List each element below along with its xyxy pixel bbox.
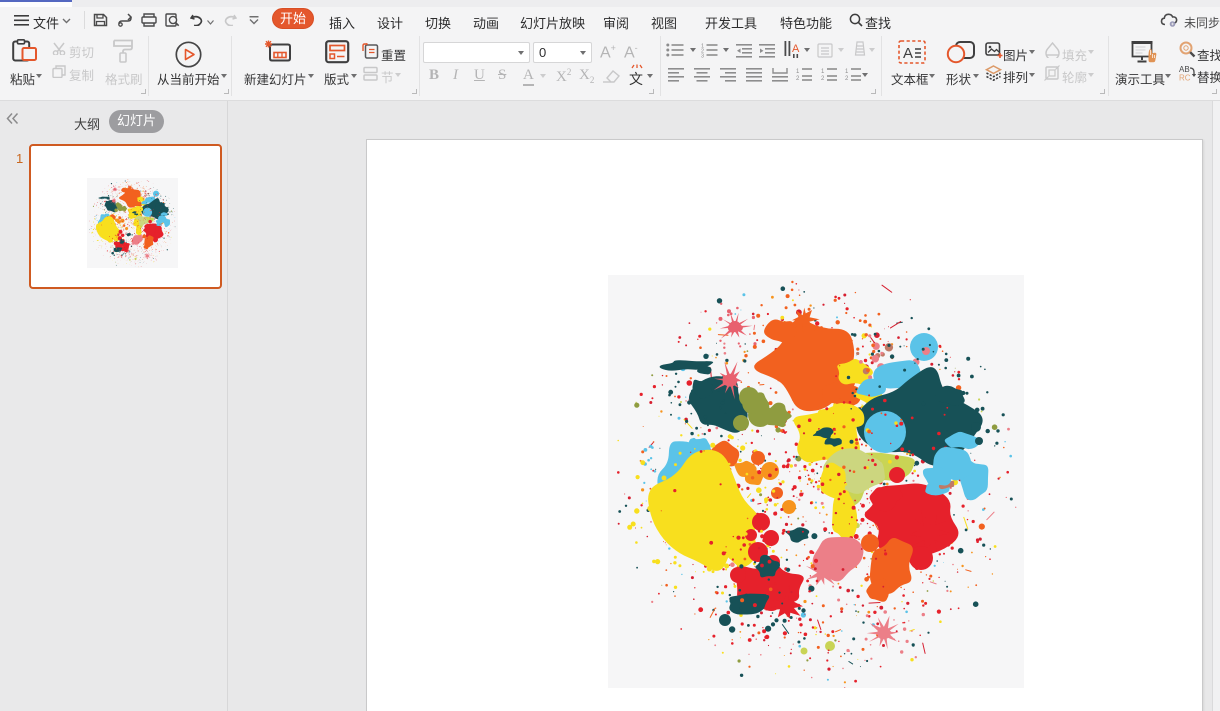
svg-text:RC: RC (1179, 74, 1191, 82)
svg-text:1: 1 (796, 69, 800, 75)
svg-text:2: 2 (796, 76, 800, 82)
svg-text:A: A (903, 45, 913, 62)
svg-text:1: 1 (845, 69, 849, 75)
svg-text:A: A (792, 43, 800, 55)
svg-text:2: 2 (845, 76, 849, 82)
svg-text:1: 1 (821, 69, 825, 75)
svg-text:3: 3 (701, 54, 704, 58)
svg-text:2: 2 (821, 76, 825, 82)
